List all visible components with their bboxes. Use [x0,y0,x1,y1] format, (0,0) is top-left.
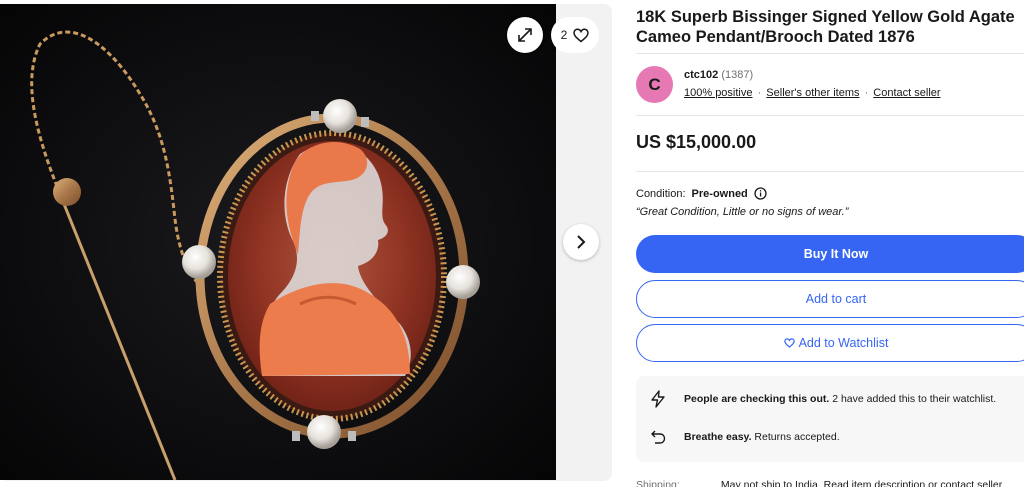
seller-name[interactable]: ctc102 [684,69,718,81]
seller-avatar[interactable]: C [636,66,673,103]
buy-it-now-button[interactable]: Buy It Now [636,235,1024,273]
product-photo[interactable] [0,4,556,480]
condition: Condition: Pre-owned [636,187,767,200]
divider [636,53,1024,54]
shipping-text: May not ship to India. Read item descrip… [720,479,1003,487]
expand-icon [518,28,532,42]
add-to-cart-button[interactable]: Add to cart [636,280,1024,318]
divider [636,115,1024,116]
promo-bold: Breathe easy. [684,431,752,443]
promo-bold: People are checking this out. [684,393,830,405]
seller-feedback-count: (1387) [721,69,754,81]
watch-count: 2 [560,28,568,42]
condition-description: “Great Condition, Little or no signs of … [636,206,849,218]
avatar-letter: C [648,74,661,94]
condition-value: Pre-owned [691,187,748,200]
listing-title: 18K Superb Bissinger Signed Yellow Gold … [636,8,1015,46]
add-to-watchlist-button[interactable]: Add to Watchlist [636,324,1024,362]
separator: · [864,87,869,99]
promo-detail: Returns accepted. [751,431,840,443]
promo-text: Breathe easy. Returns accepted. [684,431,840,443]
promo-item: Breathe easy. Returns accepted. [650,429,840,445]
add-to-watchlist-label: Add to Watchlist [798,336,889,350]
divider [636,171,1024,172]
watch-count-button[interactable]: 2 [551,17,599,53]
promo-text: People are checking this out. 2 have add… [684,393,996,405]
promo-detail: 2 have added this to their watchlist. [829,393,997,405]
contact-seller-link[interactable]: Contact seller [873,87,940,99]
heart-icon [783,338,795,348]
chevron-right-icon [577,235,586,249]
separator: · [757,87,762,99]
return-arrow-icon [651,430,666,444]
listing-page: 2 18K Superb Bissinger Signed Yellow Gol… [0,0,1024,487]
promo-box: People are checking this out. 2 have add… [636,376,1024,462]
shipping-label: Shipping: [636,479,680,487]
seller-info: ctc102 (1387) [684,69,753,81]
promo-item: People are checking this out. 2 have add… [650,390,996,408]
shipping-info: Shipping: May not ship to India. Read it… [636,479,1002,487]
expand-button[interactable] [507,17,543,53]
seller-other-items-link[interactable]: Seller's other items [766,87,859,99]
price: US $15,000.00 [636,132,757,152]
condition-label: Condition: [636,187,686,200]
next-image-button[interactable] [563,224,599,260]
heart-icon [573,28,590,42]
seller-positive-link[interactable]: 100% positive [684,87,753,99]
info-icon[interactable] [754,187,767,200]
seller-links: 100% positive · Seller's other items · C… [684,87,941,99]
lightning-icon [651,390,665,408]
